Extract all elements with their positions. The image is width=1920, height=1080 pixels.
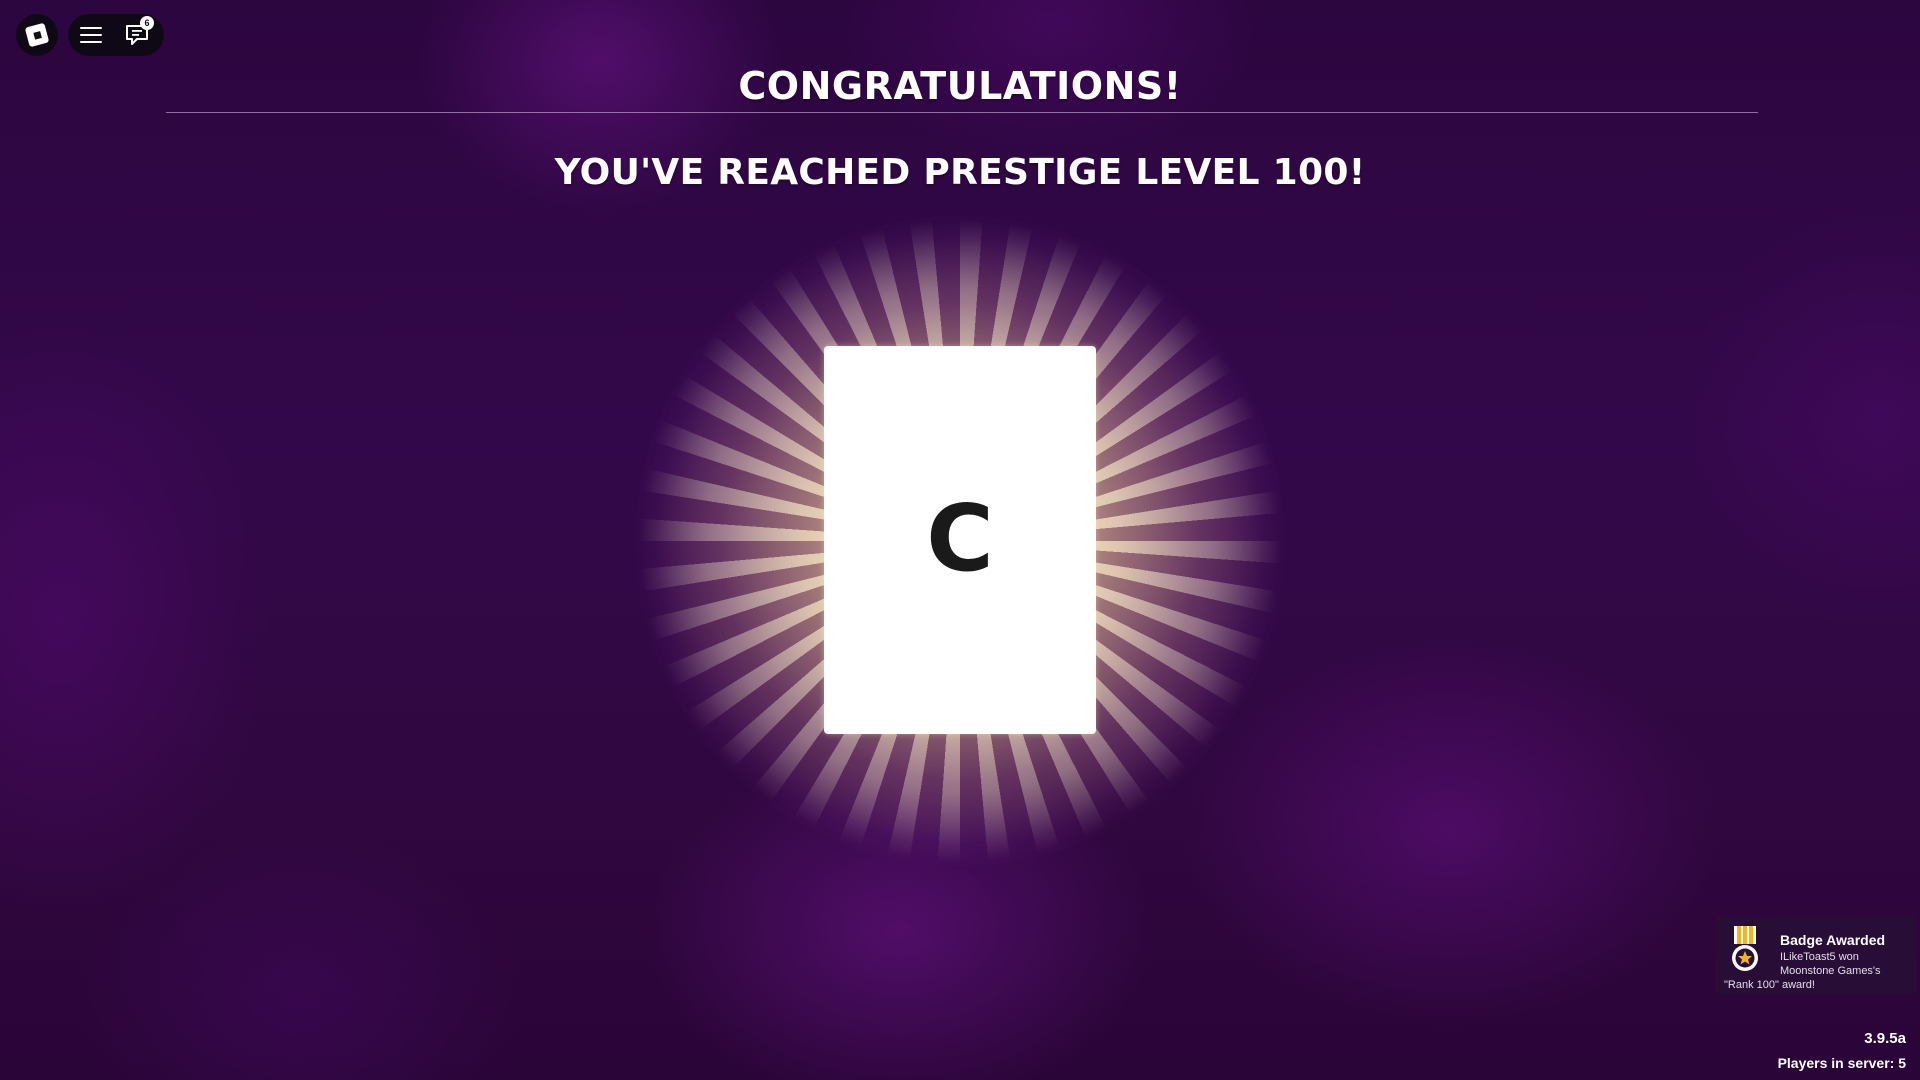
badge-awarded-notification[interactable]: Badge Awarded ILikeToast5 won Moonstone … — [1716, 916, 1916, 994]
roblox-menu-button[interactable] — [16, 14, 58, 56]
game-version: 3.9.5a — [1864, 1030, 1906, 1047]
congratulations-title: CONGRATULATIONS! — [738, 64, 1182, 108]
topbar-pill: 6 — [68, 14, 164, 56]
hamburger-menu-icon — [80, 27, 102, 43]
chat-unread-badge: 6 — [140, 16, 154, 30]
title-divider — [166, 112, 1758, 113]
prestige-card: C — [824, 346, 1096, 734]
roblox-logo-icon — [24, 22, 50, 48]
menu-button[interactable] — [68, 14, 114, 56]
badge-title: Badge Awarded — [1780, 932, 1886, 948]
badge-text-line3: "Rank 100" award! — [1724, 979, 1815, 991]
medal-icon — [1732, 926, 1758, 971]
badge-text-line1: ILikeToast5 won — [1780, 951, 1859, 963]
badge-text-line2: Moonstone Games's — [1780, 965, 1881, 977]
players-in-server: Players in server: 5 — [1777, 1055, 1906, 1071]
prestige-subtitle: YOU'VE REACHED PRESTIGE LEVEL 100! — [554, 152, 1366, 193]
chat-button[interactable]: 6 — [114, 14, 160, 56]
card-letter: C — [926, 484, 994, 592]
